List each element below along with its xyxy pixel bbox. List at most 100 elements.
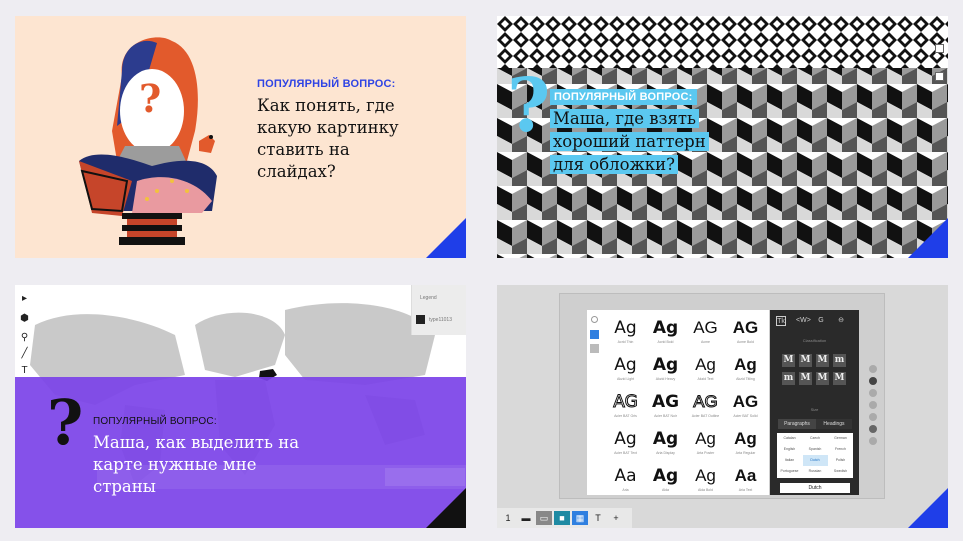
line-icon[interactable]: ╱ — [19, 348, 30, 359]
dot[interactable] — [869, 389, 877, 397]
language-option[interactable]: Spanish — [803, 444, 828, 455]
pointer-icon[interactable]: ▸ — [19, 293, 30, 304]
card-kicker: ПОПУЛЯРНЫЙ ВОПРОС: — [257, 78, 396, 90]
font-glyph: AG — [732, 392, 759, 411]
font-glyph: Aa — [734, 466, 757, 485]
classification-button[interactable]: M — [816, 372, 829, 385]
font-glyph: AG — [693, 318, 718, 337]
classification-button[interactable]: M — [799, 372, 812, 385]
font-name: Acrid Thin — [617, 340, 634, 344]
classification-button[interactable]: M — [782, 354, 795, 367]
language-option[interactable]: Czech — [803, 433, 828, 444]
bust-illustration — [79, 37, 217, 245]
font-filter-panel: Classification Size Paragraphs Headings … — [770, 310, 859, 495]
font-cell[interactable]: Aa Aria Text — [727, 460, 764, 495]
card-font-picker[interactable]: Ag Acrid Thin Ag Acrid Bold AG Acme AG Acme Bol… — [497, 285, 948, 528]
toolbar-button[interactable]: ▦ — [572, 511, 588, 525]
size-label: Size — [810, 407, 819, 412]
thumbnail-grid: ? ПОПУЛЯРНЫЙ ВОПРОС: Как понять, где как… — [0, 0, 963, 541]
toolbar-handle[interactable] — [935, 44, 944, 53]
map-legend: Legend type11013 — [411, 285, 466, 335]
font-name: Alda Bold — [698, 488, 713, 492]
language-option[interactable]: German — [828, 433, 853, 444]
classification-button[interactable]: M — [816, 354, 829, 367]
toolbar-button[interactable]: 1 — [500, 511, 516, 525]
panel-tab[interactable]: G — [816, 316, 826, 326]
font-name: Arta Display — [656, 451, 675, 455]
panel-tab[interactable]: <W> — [796, 316, 811, 326]
font-glyph: Ag — [614, 429, 637, 449]
segment-paragraphs[interactable]: Paragraphs — [778, 419, 816, 429]
font-glyph: Ag — [652, 355, 679, 375]
corner-accent — [908, 488, 948, 528]
dot[interactable] — [869, 401, 877, 409]
toolbar-handle[interactable] — [935, 72, 944, 81]
pin-icon[interactable]: ⚲ — [19, 332, 30, 343]
legend-label: type11013 — [429, 317, 452, 323]
font-cell[interactable]: Ag Alda — [647, 460, 684, 495]
language-option[interactable]: Dutch — [802, 455, 828, 466]
card-kicker: ПОПУЛЯРНЫЙ ВОПРОС: — [550, 89, 697, 105]
font-name: Acier BAT Text — [614, 451, 637, 455]
language-option[interactable]: Portuguese — [777, 466, 802, 477]
panel-tab[interactable]: ⊖ — [836, 316, 846, 326]
bottom-toolbar: 1 ▬ ▭ ■ ▦ T + — [497, 508, 632, 528]
segment-headings[interactable]: Headings — [816, 419, 852, 429]
legend-swatch[interactable] — [416, 315, 425, 324]
card-slide-images[interactable]: ? ПОПУЛЯРНЫЙ ВОПРОС: Как понять, где как… — [15, 16, 466, 258]
language-dropdown[interactable]: Dutch — [780, 483, 850, 493]
dot[interactable] — [869, 437, 877, 445]
sidebar-active-tab[interactable] — [590, 330, 599, 339]
toolbar-button[interactable]: ■ — [554, 511, 570, 525]
question-mark: ? — [139, 76, 162, 121]
font-glyph: Ag — [734, 355, 757, 374]
font-cell[interactable]: Ag Alda Bold — [687, 460, 724, 495]
panel-tab[interactable]: Tk — [776, 316, 786, 326]
dot[interactable] — [869, 425, 877, 433]
toolbar-button[interactable]: ▭ — [536, 511, 552, 525]
language-option[interactable]: Italian — [777, 455, 802, 466]
language-option[interactable]: French — [828, 444, 853, 455]
shape-icon[interactable]: ⬢ — [19, 313, 30, 324]
legend-title: Legend — [420, 295, 437, 301]
language-option[interactable]: Russian — [803, 466, 828, 477]
card-headline: Маша, где взять хороший паттерн для обло… — [550, 107, 710, 176]
language-option[interactable]: Swedish — [828, 466, 853, 477]
font-name: Arta Regular — [735, 451, 756, 455]
font-name: Akzid Light — [616, 377, 635, 381]
search-icon[interactable] — [591, 316, 598, 323]
language-option[interactable]: Polish — [828, 455, 853, 466]
classification-button[interactable]: M — [833, 372, 846, 385]
corner-accent — [426, 218, 466, 258]
classification-label: Classification — [802, 338, 827, 343]
toolbar-button[interactable]: T — [590, 511, 606, 525]
language-option[interactable]: English — [777, 444, 802, 455]
font-name: Akzid Text — [697, 377, 714, 381]
font-glyph: Ag — [695, 355, 716, 374]
dot[interactable] — [869, 365, 877, 373]
font-grid: Ag Acrid Thin Ag Acrid Bold AG Acme AG Acme Bol… — [603, 310, 769, 495]
language-grid: Catalan Czech German English Spanish French It… — [777, 433, 853, 478]
font-glyph: AG — [613, 392, 639, 413]
dot[interactable] — [869, 413, 877, 421]
toolbar-button[interactable]: + — [608, 511, 624, 525]
card-pattern-cover[interactable]: ? ПОПУЛЯРНЫЙ ВОПРОС: Маша, где взять хор… — [497, 16, 948, 258]
font-cell[interactable]: Aa Aria — [607, 460, 644, 495]
dot[interactable] — [869, 377, 877, 385]
classification-button[interactable]: M — [799, 354, 812, 367]
font-name: Acme Bold — [737, 340, 754, 344]
card-kicker: ПОПУЛЯРНЫЙ ВОПРОС: — [93, 416, 217, 427]
font-name: Acier BAT Outline — [691, 414, 720, 418]
classification-button[interactable]: m — [833, 354, 846, 367]
classification-button[interactable]: m — [782, 372, 795, 385]
sidebar-tab[interactable] — [590, 344, 599, 353]
text-icon[interactable]: T — [19, 365, 30, 376]
side-dots — [869, 365, 879, 449]
font-sidebar — [587, 310, 603, 495]
font-name: Acier BAT Noir — [654, 414, 677, 418]
card-map-highlight[interactable]: ▸ ⬢ ⚲ ╱ T Legend type11013 ? ПОПУЛЯРНЫЙ … — [15, 285, 466, 528]
font-glyph: Ag — [652, 466, 679, 486]
toolbar-button[interactable]: ▬ — [518, 511, 534, 525]
language-option[interactable]: Catalan — [777, 433, 802, 444]
font-glyph: Ag — [614, 355, 637, 375]
